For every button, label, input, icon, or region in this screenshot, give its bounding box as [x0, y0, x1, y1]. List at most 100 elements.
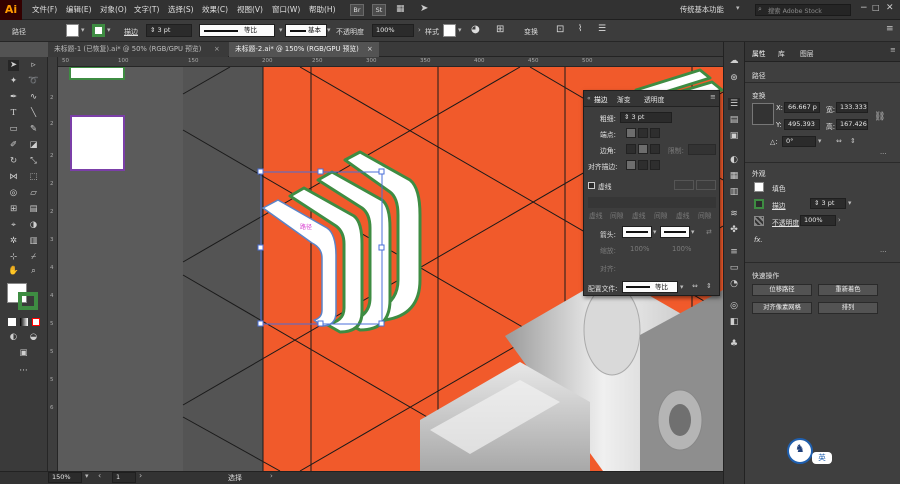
- x-field[interactable]: 66.667 p: [784, 102, 820, 113]
- restore-icon[interactable]: □: [872, 3, 880, 12]
- ime-language-toggle[interactable]: 英: [812, 452, 832, 464]
- end-arrowhead-select[interactable]: [660, 226, 690, 238]
- send-icon[interactable]: ➤: [420, 3, 428, 14]
- next-artboard-icon[interactable]: ›: [139, 471, 142, 480]
- bridge-button[interactable]: Br: [350, 4, 364, 16]
- tab-gradient[interactable]: 渐变: [617, 94, 631, 104]
- shape-builder-tool-icon[interactable]: ◎: [8, 188, 19, 199]
- swatch-green-outline[interactable]: [69, 67, 125, 80]
- variable-width-profile[interactable]: 等比: [199, 24, 275, 37]
- flip-vertical-icon[interactable]: ⇕: [850, 137, 856, 145]
- eraser-tool-icon[interactable]: ◪: [28, 140, 39, 151]
- transparency-icon[interactable]: ◔: [728, 278, 740, 290]
- opacity-label[interactable]: 不透明度: [336, 27, 364, 37]
- tab-close-icon[interactable]: ×: [214, 42, 220, 57]
- appearance-icon[interactable]: ◎: [728, 300, 740, 312]
- appearance-stroke-swatch[interactable]: [754, 199, 764, 209]
- align-inside-icon[interactable]: [638, 160, 648, 170]
- panel-menu-icon[interactable]: ≡: [710, 93, 716, 101]
- layers-icon[interactable]: ▤: [728, 114, 740, 126]
- graphic-styles-icon[interactable]: ◧: [728, 316, 740, 328]
- color-panel-icon[interactable]: ◐: [728, 154, 740, 166]
- edit-toolbar-icon[interactable]: ···: [18, 366, 29, 377]
- width-field[interactable]: 133.333: [836, 102, 868, 113]
- direct-selection-tool-icon[interactable]: ▹: [28, 60, 39, 71]
- mesh-tool-icon[interactable]: ⊞: [8, 204, 19, 215]
- menu-edit[interactable]: 编辑(E): [66, 0, 92, 20]
- menu-view[interactable]: 视图(V): [237, 0, 263, 20]
- bevel-join-icon[interactable]: [650, 144, 660, 154]
- gradient-mode-icon[interactable]: [20, 318, 28, 326]
- flip-horizontal-icon[interactable]: ⇔: [692, 282, 698, 290]
- swatch-purple-outline[interactable]: [70, 115, 125, 171]
- opacity-arrow-icon[interactable]: ›: [838, 216, 841, 224]
- cc-libraries-icon[interactable]: ☁: [728, 55, 740, 67]
- stroke-panel-icon[interactable]: ≡: [728, 246, 740, 258]
- align-icon[interactable]: ⊞: [496, 24, 504, 35]
- free-transform-tool-icon[interactable]: ⬚: [28, 172, 39, 183]
- workspace-switcher[interactable]: 传统基本功能: [680, 0, 724, 20]
- menu-effect[interactable]: 效果(C): [202, 0, 228, 20]
- angle-field[interactable]: 0°: [782, 136, 816, 147]
- stroke-label[interactable]: 描边: [772, 200, 786, 210]
- eyedropper-tool-icon[interactable]: ⌖: [8, 220, 19, 231]
- minimize-icon[interactable]: −: [860, 3, 868, 13]
- opacity-field[interactable]: 100%: [800, 215, 836, 226]
- more-options-icon[interactable]: ···: [880, 150, 886, 158]
- artboard-tool-icon[interactable]: ⊹: [8, 252, 19, 263]
- zoom-field[interactable]: 150%: [48, 472, 82, 483]
- offset-path-button[interactable]: 位移路径: [752, 284, 812, 296]
- fill-swatch[interactable]: [66, 24, 79, 37]
- opacity-label[interactable]: 不透明度: [772, 217, 799, 227]
- stock-button[interactable]: St: [372, 4, 386, 16]
- menu-object[interactable]: 对象(O): [100, 0, 127, 20]
- column-graph-tool-icon[interactable]: ▥: [28, 236, 39, 247]
- y-field[interactable]: 495.393: [784, 119, 820, 130]
- hand-tool-icon[interactable]: ✋: [8, 266, 19, 277]
- warp-icon[interactable]: ⌇: [578, 24, 582, 34]
- stroke-weight-chevron-icon[interactable]: ▾: [848, 199, 851, 207]
- transform-button[interactable]: 变换: [524, 27, 538, 37]
- artboard-number-field[interactable]: 1: [112, 472, 136, 483]
- color-theme-icon[interactable]: ⊛: [728, 72, 740, 84]
- shaper-tool-icon[interactable]: ✐: [8, 140, 19, 151]
- tab-layers[interactable]: 图层: [800, 48, 814, 58]
- reference-point-icon[interactable]: [752, 103, 774, 125]
- type-tool-icon[interactable]: T: [8, 108, 19, 119]
- symbols-icon[interactable]: ✤: [728, 224, 740, 236]
- swatches-icon[interactable]: ▥: [728, 186, 740, 198]
- symbol-sprayer-tool-icon[interactable]: ✲: [8, 236, 19, 247]
- menu-help[interactable]: 帮助(H): [309, 0, 336, 20]
- arrange-button[interactable]: 排列: [818, 302, 878, 314]
- blend-tool-icon[interactable]: ◑: [28, 220, 39, 231]
- zoom-tool-icon[interactable]: ⌕: [28, 266, 39, 277]
- lasso-tool-icon[interactable]: ➰: [28, 76, 39, 87]
- height-field[interactable]: 167.426: [836, 119, 868, 130]
- end-arrow-chevron-icon[interactable]: ▾: [691, 228, 694, 236]
- more-options-icon[interactable]: ···: [880, 248, 886, 256]
- draw-behind-icon[interactable]: ◒: [28, 332, 39, 343]
- none-mode-icon[interactable]: [32, 318, 40, 326]
- tab-libraries[interactable]: 库: [778, 48, 785, 58]
- magic-wand-tool-icon[interactable]: ✦: [8, 76, 19, 87]
- style-swatch[interactable]: [443, 24, 456, 37]
- recolor-button[interactable]: 重新着色: [818, 284, 878, 296]
- selection-tool-icon[interactable]: ➤: [8, 60, 19, 71]
- stroke-swatch[interactable]: [92, 24, 105, 37]
- menu-select[interactable]: 选择(S): [168, 0, 194, 20]
- draw-normal-icon[interactable]: ◐: [8, 332, 19, 343]
- club-icon[interactable]: ♣: [728, 338, 740, 350]
- tab-document-1[interactable]: 未标题-1 (已恢复).ai* @ 50% (RGB/GPU 预览) ×: [48, 42, 228, 57]
- fill-label[interactable]: 填色: [772, 183, 786, 193]
- stroke-label[interactable]: 描边: [124, 27, 138, 37]
- grid-layout-icon[interactable]: ▦: [396, 4, 408, 16]
- brush-definition[interactable]: 基本: [285, 24, 327, 37]
- align-outside-icon[interactable]: [650, 160, 660, 170]
- gradient-tool-icon[interactable]: ▤: [28, 204, 39, 215]
- stock-search-field[interactable]: ⌕ 搜索 Adobe Stock: [755, 4, 851, 16]
- document-setup-icon[interactable]: ☰: [598, 24, 606, 34]
- recolor-icon[interactable]: ◕: [471, 24, 480, 35]
- workspace-chevron-icon[interactable]: ▾: [736, 4, 740, 12]
- rectangle-tool-icon[interactable]: ▭: [8, 124, 19, 135]
- tab-document-2[interactable]: 未标题-2.ai* @ 150% (RGB/GPU 预览) ×: [229, 42, 379, 57]
